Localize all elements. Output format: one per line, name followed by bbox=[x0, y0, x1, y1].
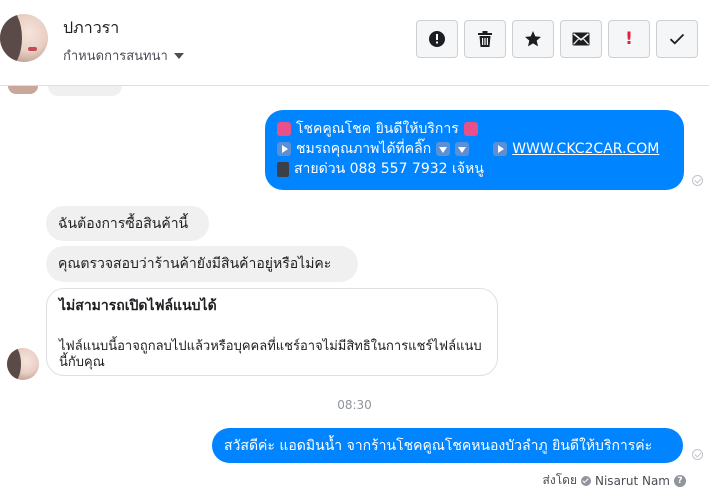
sparkle-emoji-icon bbox=[277, 122, 291, 136]
sent-by-label: ส่งโดย bbox=[542, 473, 577, 487]
star-icon bbox=[525, 31, 541, 47]
sender-avatar[interactable] bbox=[7, 348, 39, 380]
incoming-message[interactable]: ฉันต้องการซื้อสินค้านี้ bbox=[46, 206, 209, 241]
sent-check-icon bbox=[692, 175, 703, 186]
verified-check-icon bbox=[581, 475, 591, 486]
previous-avatar-fragment bbox=[8, 86, 38, 94]
attachment-unavailable-card: ไม่สามารถเปิดไฟล์แนบได้ ไฟล์แนบนี้อาจถูก… bbox=[46, 288, 498, 376]
outgoing-message[interactable]: โชคคูณโชค ยินดีให้บริการ ชมรถคุณภาพได้ที… bbox=[265, 110, 684, 190]
message-line: โชคคูณโชค ยินดีให้บริการ bbox=[277, 119, 672, 139]
play-emoji-icon bbox=[493, 142, 508, 156]
contact-avatar[interactable] bbox=[0, 14, 48, 62]
down-arrow-emoji-icon bbox=[436, 142, 451, 156]
avatar-hair bbox=[0, 14, 22, 62]
message-timestamp: 08:30 bbox=[337, 398, 372, 412]
mark-done-button[interactable] bbox=[656, 20, 698, 58]
spam-button[interactable]: ! bbox=[608, 20, 650, 58]
conversation-header: ปภาวรา กำหนดการสนทนา ! bbox=[0, 0, 709, 86]
avatar-hair bbox=[7, 348, 21, 380]
message-text: โชคคูณโชค ยินดีให้บริการ bbox=[296, 121, 459, 137]
exclamation-icon: ! bbox=[625, 28, 633, 49]
envelope-icon bbox=[572, 32, 590, 46]
avatar-lip bbox=[28, 47, 37, 51]
sent-check-icon bbox=[692, 449, 703, 460]
attachment-title: ไม่สามารถเปิดไฟล์แนบได้ bbox=[59, 298, 217, 314]
star-button[interactable] bbox=[512, 20, 554, 58]
trash-icon bbox=[478, 31, 492, 47]
phone-emoji-icon bbox=[277, 161, 289, 177]
action-toolbar: ! bbox=[416, 20, 698, 58]
message-line: ชมรถคุณภาพได้ที่คลิ๊ก WWW.CKC2CAR.COM bbox=[277, 139, 672, 159]
sparkle-emoji-icon bbox=[463, 122, 478, 136]
sent-by-info: ส่งโดย Nisarut Nam ? bbox=[543, 471, 686, 490]
report-icon bbox=[429, 31, 445, 47]
schedule-dropdown[interactable]: กำหนดการสนทนา bbox=[63, 45, 184, 66]
down-arrow-emoji-icon bbox=[455, 142, 470, 156]
message-text: สายด่วน 088 557 7932 เจ้หนู bbox=[294, 161, 484, 177]
help-icon[interactable]: ? bbox=[674, 474, 686, 487]
contact-name[interactable]: ปภาวรา bbox=[63, 16, 119, 41]
website-link[interactable]: WWW.CKC2CAR.COM bbox=[512, 139, 659, 159]
outgoing-message[interactable]: สวัสดีค่ะ แอดมินน้ำ จากร้านโชคคูณโชคหนอง… bbox=[212, 428, 683, 463]
schedule-label: กำหนดการสนทนา bbox=[63, 49, 168, 64]
sender-name: Nisarut Nam bbox=[595, 473, 670, 488]
previous-message-fragment bbox=[48, 86, 122, 96]
message-line: สายด่วน 088 557 7932 เจ้หนู bbox=[277, 159, 672, 179]
caret-down-icon bbox=[173, 52, 184, 59]
report-button[interactable] bbox=[416, 20, 458, 58]
message-text: ชมรถคุณภาพได้ที่คลิ๊ก bbox=[296, 141, 432, 157]
attachment-description: ไฟล์แนบนี้อาจถูกลบไปแล้วหรือบุคคลที่แชร์… bbox=[59, 339, 482, 370]
play-emoji-icon bbox=[277, 142, 291, 156]
checkmark-icon bbox=[669, 33, 685, 45]
mark-unread-button[interactable] bbox=[560, 20, 602, 58]
incoming-message[interactable]: คุณตรวจสอบว่าร้านค้ายังมีสินค้าอยู่หรือไ… bbox=[46, 246, 358, 282]
delete-button[interactable] bbox=[464, 20, 506, 58]
